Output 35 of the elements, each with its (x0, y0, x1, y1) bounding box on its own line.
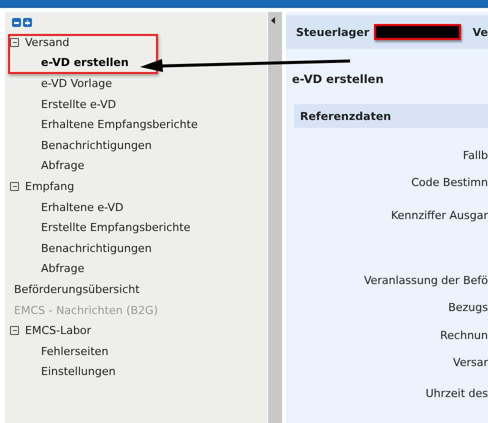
field-label: Versar (453, 356, 488, 369)
tree-item[interactable]: Empfang (25, 180, 74, 193)
collapse-icon[interactable] (10, 182, 19, 191)
collapse-icon[interactable] (10, 326, 19, 336)
tree-item[interactable]: e-VD Vorlage (41, 76, 112, 90)
field-label: Veranlassung der Befö (364, 274, 488, 287)
collapse-all-icon[interactable] (12, 18, 21, 27)
field-label: Rechnun (440, 329, 488, 342)
tree-item[interactable]: Abfrage (41, 262, 84, 276)
field-label: Uhrzeit des (426, 387, 488, 400)
tree-item[interactable]: EMCS-Labor (25, 324, 92, 338)
tree-item[interactable]: Erstellte Empfangsberichte (41, 221, 190, 234)
tree-item[interactable]: Einstellungen (41, 365, 116, 378)
header-label: Steuerlager (296, 26, 370, 38)
splitter-handle[interactable] (268, 12, 282, 423)
tree-item[interactable]: Benachrichtigungen (41, 138, 152, 152)
field-label: Kennziffer Ausgar (390, 209, 488, 222)
collapse-arrow-icon[interactable] (271, 17, 275, 24)
field-label: Fallb (462, 149, 488, 162)
section-title: Referenzdaten (300, 110, 392, 122)
expand-all-icon[interactable] (23, 18, 32, 27)
field-label: Code Bestimn (411, 176, 488, 189)
field-label: Bezugs (448, 301, 488, 314)
tree-item[interactable]: Fehlerseiten (41, 344, 108, 358)
tree-item[interactable]: Erhaltene e-VD (41, 200, 124, 214)
header-label: Ve (472, 26, 488, 38)
tree-item[interactable]: Versand (25, 36, 70, 49)
tree-item[interactable]: Beförderungsübersicht (14, 282, 140, 296)
collapse-icon[interactable] (10, 38, 19, 47)
page-title: e-VD erstellen (291, 71, 385, 88)
tree-item[interactable]: Erstellte e-VD (41, 98, 116, 111)
tree-item[interactable]: Benachrichtigungen (41, 242, 152, 255)
tree-item[interactable]: Erhaltene Empfangsberichte (41, 118, 198, 132)
tree-item[interactable]: Abfrage (41, 159, 84, 172)
tree-item[interactable]: e-VD erstellen (41, 56, 129, 70)
